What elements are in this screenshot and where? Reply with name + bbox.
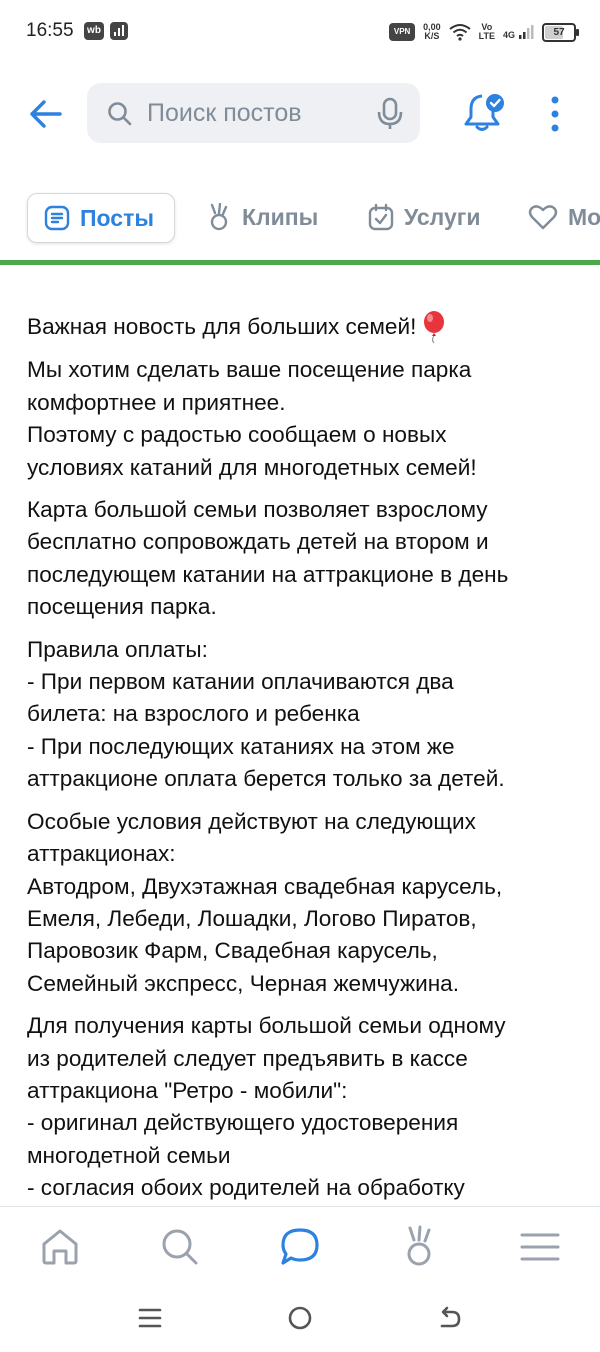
- notifications-button[interactable]: [463, 92, 509, 139]
- system-back-icon: [440, 1306, 461, 1328]
- clips-icon: [210, 203, 228, 231]
- microphone-icon[interactable]: [376, 97, 404, 131]
- net-speed: 0,00 K/S: [423, 22, 441, 41]
- home-icon: [42, 1229, 78, 1265]
- tab-services-label: Услуги: [404, 203, 481, 230]
- post-paragraph: Карта большой семьи позволяет взрослому …: [27, 497, 509, 620]
- battery-icon: 57: [542, 22, 579, 42]
- volte-icon: Vo LTE: [478, 22, 495, 41]
- status-icons: VPN 0,00 K/S Vo LTE 4G 57: [389, 20, 579, 44]
- post-paragraph: Особые условия действуют на следующих ат…: [27, 808, 503, 996]
- tab-clips[interactable]: Клипы: [206, 192, 318, 242]
- status-bar: 16:55 wb VPN 0,00 K/S Vo LTE 4G 57: [0, 0, 600, 62]
- heart-icon: [528, 205, 558, 230]
- recent-apps-icon: [138, 1308, 162, 1328]
- clips-icon: [407, 1225, 431, 1266]
- post-title: Важная новость для больших семей!: [27, 278, 577, 344]
- cell-signal-icon: 4G: [503, 24, 534, 40]
- nav-menu[interactable]: [518, 1225, 562, 1269]
- balloon-icon: [424, 311, 445, 344]
- wb-badge: wb: [84, 22, 104, 40]
- nav-search[interactable]: [158, 1225, 202, 1269]
- circle-home-icon: [288, 1306, 312, 1330]
- arrow-left-icon: [30, 100, 62, 128]
- bottom-navigation: [0, 1206, 600, 1291]
- tab-services[interactable]: Услуги: [368, 192, 480, 242]
- tab-clips-label: Клипы: [242, 203, 319, 230]
- wifi-icon: [449, 24, 471, 41]
- back-button[interactable]: [26, 94, 66, 134]
- tabs-divider: [0, 260, 600, 265]
- nav-clips[interactable]: [398, 1225, 442, 1269]
- tab-posts[interactable]: Посты: [27, 193, 175, 243]
- vpn-icon: VPN: [389, 23, 416, 41]
- more-vertical-icon: [551, 96, 559, 132]
- back-system-button[interactable]: [434, 1302, 466, 1334]
- search-icon: [162, 1229, 198, 1265]
- menu-icon: [520, 1233, 560, 1261]
- search-input[interactable]: Поиск постов: [147, 99, 302, 128]
- tabs-bar: Посты Клипы Услуги Мо: [0, 186, 600, 252]
- post-paragraph: Для получения карты большой семьи одному…: [27, 1013, 506, 1201]
- more-button[interactable]: [545, 96, 565, 137]
- tab-more-label: Мо: [568, 203, 600, 230]
- posts-icon: [44, 205, 70, 231]
- search-icon: [108, 102, 132, 126]
- status-time: 16:55: [26, 20, 74, 41]
- services-icon: [368, 203, 394, 231]
- bell-icon: [464, 94, 504, 131]
- nav-messages[interactable]: [278, 1225, 322, 1269]
- search-bar[interactable]: Поиск постов: [87, 83, 420, 143]
- recent-apps-button[interactable]: [134, 1302, 166, 1334]
- post-text: Важная новость для больших семей! Мы хот…: [27, 278, 577, 1203]
- system-navigation: [0, 1290, 600, 1352]
- home-system-button[interactable]: [284, 1302, 316, 1334]
- post-paragraph: Мы хотим сделать ваше посещение парка ко…: [27, 357, 477, 480]
- tab-more[interactable]: Мо: [528, 192, 600, 242]
- messages-icon: [281, 1228, 319, 1265]
- nav-home[interactable]: [38, 1225, 82, 1269]
- signal-app-icon: [110, 22, 128, 40]
- post-paragraph: Правила оплаты: - При первом катании опл…: [27, 636, 505, 792]
- tab-posts-label: Посты: [80, 204, 154, 231]
